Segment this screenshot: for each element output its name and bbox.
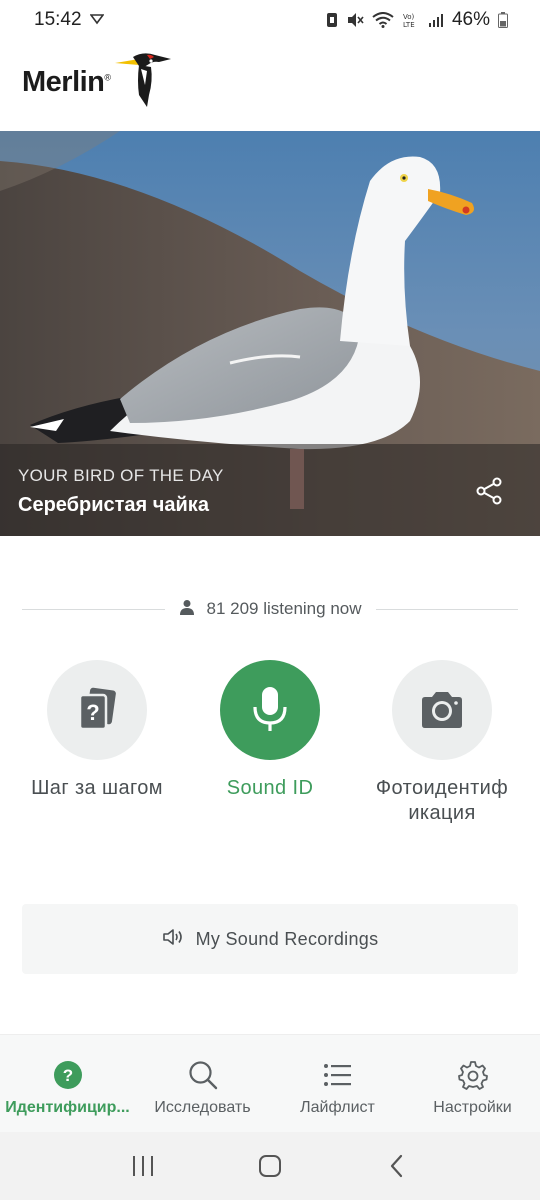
sound-id-label: Sound ID [226, 777, 314, 799]
svg-text:?: ? [86, 700, 99, 725]
identify-options: ? Шаг за шагом Sound ID Фотоидентиф икаци… [0, 660, 540, 840]
nfc-icon [326, 12, 338, 28]
gear-icon [457, 1061, 488, 1090]
microphone-icon [253, 687, 287, 731]
photo-id-label: Фотоидентиф икация [375, 777, 509, 824]
volte-icon: Vo) LTE [402, 11, 420, 29]
battery-percent: 46% [451, 9, 490, 30]
divider-line-left [22, 608, 165, 610]
photo-id-option[interactable]: Фотоидентиф икация [352, 660, 532, 826]
recent-apps-button[interactable] [123, 1146, 163, 1186]
system-navigation-bar [0, 1132, 540, 1200]
hero-caption: YOUR BIRD OF THE DAY Серебристая чайка [0, 444, 540, 536]
step-by-step-label: Шаг за шагом [31, 777, 163, 799]
nav-explore[interactable]: Исследовать [135, 1035, 270, 1132]
nav-settings-label: Настройки [433, 1099, 512, 1116]
my-sound-recordings-button[interactable]: My Sound Recordings [22, 904, 518, 974]
nav-identify-label: Идентифицир... [5, 1099, 130, 1116]
divider-line-right [375, 608, 519, 610]
hero-kicker: YOUR BIRD OF THE DAY [18, 466, 224, 485]
nav-lifelist[interactable]: Лайфлист [270, 1035, 405, 1132]
app-logo: Merlin® [22, 52, 175, 112]
person-icon [179, 599, 195, 620]
recent-apps-icon [133, 1156, 154, 1176]
svg-text:?: ? [62, 1066, 72, 1085]
bottom-navigation: ? Идентифицир... Исследовать Лайфлист На… [0, 1034, 540, 1132]
camera-icon [422, 692, 462, 728]
sound-id-button[interactable] [220, 660, 320, 760]
search-icon [188, 1061, 217, 1090]
listening-count: 81 209 listening now [206, 599, 362, 618]
step-by-step-button[interactable]: ? [47, 660, 147, 760]
bird-of-the-day-card[interactable]: YOUR BIRD OF THE DAY Серебристая чайка [0, 131, 540, 536]
home-icon [258, 1155, 281, 1177]
back-button[interactable] [377, 1146, 417, 1186]
nav-explore-label: Исследовать [154, 1099, 251, 1116]
list-icon [323, 1064, 351, 1086]
logo-wordmark: Merlin® [22, 65, 111, 98]
nav-lifelist-label: Лайфлист [300, 1099, 375, 1116]
listening-now-divider: 81 209 listening now [22, 596, 519, 622]
speaker-icon [162, 928, 184, 951]
status-time: 15:42 [34, 9, 82, 30]
wifi-icon [372, 12, 394, 28]
my-sound-recordings-label: My Sound Recordings [195, 928, 379, 949]
svg-text:Vo): Vo) [403, 13, 415, 21]
home-button[interactable] [250, 1146, 290, 1186]
mute-icon [346, 12, 364, 28]
photo-id-button[interactable] [392, 660, 492, 760]
cast-icon [88, 9, 105, 31]
nav-settings[interactable]: Настройки [405, 1035, 540, 1132]
svg-text:LTE: LTE [403, 21, 415, 29]
share-icon [476, 477, 502, 505]
battery-icon [498, 12, 508, 28]
sound-id-option[interactable]: Sound ID [180, 660, 360, 801]
nav-identify[interactable]: ? Идентифицир... [0, 1035, 135, 1132]
bird-of-day-name[interactable]: Серебристая чайка [18, 494, 209, 517]
woodpecker-logo-icon [113, 51, 175, 114]
share-button[interactable] [472, 474, 506, 508]
question-cards-icon: ? [78, 687, 116, 731]
back-icon [390, 1154, 402, 1178]
step-by-step-option[interactable]: ? Шаг за шагом [7, 660, 187, 801]
signal-icon [428, 12, 444, 28]
identify-question-icon: ? [53, 1061, 82, 1089]
status-bar: 15:42 Vo) LTE 46% [0, 0, 540, 40]
